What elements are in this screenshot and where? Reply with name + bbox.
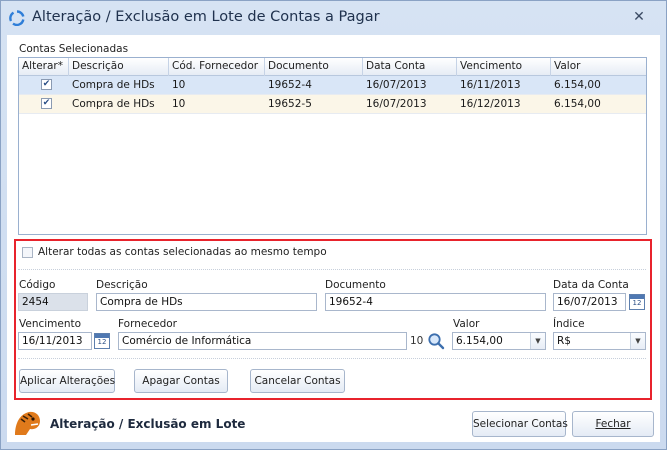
footer-title: Alteração / Exclusão em Lote: [50, 417, 246, 431]
cell-descricao: Compra de HDs: [72, 98, 155, 110]
cell-descricao: Compra de HDs: [72, 79, 155, 91]
alter-all-label: Alterar todas as contas selecionadas ao …: [38, 246, 327, 258]
cell-documento: 19652-5: [268, 98, 312, 110]
data-conta-label: Data da Conta: [553, 279, 629, 291]
column-header-cod-fornecedor[interactable]: Cód. Fornecedor: [169, 58, 265, 76]
codigo-label: Código: [19, 279, 56, 291]
cell-vencimento: 16/12/2013: [460, 98, 521, 110]
cell-cod-fornecedor: 10: [172, 79, 186, 91]
title-bar: Alteração / Exclusão em Lote de Contas a…: [1, 1, 666, 35]
cell-vencimento: 16/11/2013: [460, 79, 521, 91]
indice-select[interactable]: R$ ▼: [553, 332, 646, 350]
data-conta-input[interactable]: 16/07/2013: [553, 293, 626, 311]
fornecedor-input[interactable]: Comércio de Informática: [118, 332, 407, 350]
accounts-grid[interactable]: Alterar* Descrição Cód. Fornecedor Docum…: [18, 57, 647, 235]
alter-all-checkbox[interactable]: [22, 247, 33, 258]
column-header-descricao[interactable]: Descrição: [69, 58, 169, 76]
calendar-icon[interactable]: 12: [94, 333, 110, 349]
valor-input[interactable]: 6.154,00 ▼: [452, 332, 546, 350]
checkbox-checked-icon[interactable]: ✔: [41, 79, 52, 90]
divider: [18, 269, 646, 270]
column-header-alterar[interactable]: Alterar*: [19, 58, 69, 76]
fornecedor-label: Fornecedor: [118, 318, 177, 330]
checkbox-checked-icon[interactable]: ✔: [41, 98, 52, 109]
dropdown-arrow-icon[interactable]: ▼: [530, 333, 545, 349]
descricao-label: Descrição: [96, 279, 148, 291]
delete-accounts-button[interactable]: Apagar Contas: [134, 369, 228, 393]
dropdown-arrow-icon[interactable]: ▼: [630, 333, 645, 349]
vencimento-input[interactable]: 16/11/2013: [18, 332, 92, 350]
cell-data-conta: 16/07/2013: [366, 98, 427, 110]
cell-cod-fornecedor: 10: [172, 98, 186, 110]
apply-changes-button[interactable]: Aplicar Alterações: [19, 369, 115, 393]
cell-documento: 19652-4: [268, 79, 312, 91]
select-accounts-button[interactable]: Selecionar Contas: [472, 411, 568, 437]
descricao-input[interactable]: Compra de HDs: [96, 293, 317, 311]
indice-value: R$: [557, 335, 571, 347]
cell-data-conta: 16/07/2013: [366, 79, 427, 91]
valor-label: Valor: [453, 318, 480, 330]
close-icon[interactable]: ✕: [629, 8, 649, 26]
divider: [18, 358, 646, 359]
column-header-vencimento[interactable]: Vencimento: [457, 58, 551, 76]
close-button[interactable]: Fechar: [572, 411, 654, 437]
calendar-icon[interactable]: 12: [629, 294, 645, 310]
grid-section-label: Contas Selecionadas: [19, 43, 129, 55]
cancel-accounts-button[interactable]: Cancelar Contas: [250, 369, 345, 393]
grid-header: Alterar* Descrição Cód. Fornecedor Docum…: [19, 58, 646, 76]
documento-label: Documento: [325, 279, 386, 291]
fornecedor-code: 10: [410, 335, 424, 347]
tiger-logo-icon: [15, 411, 40, 435]
documento-input[interactable]: 19652-4: [325, 293, 546, 311]
cell-valor: 6.154,00: [554, 79, 601, 91]
cell-valor: 6.154,00: [554, 98, 601, 110]
column-header-valor[interactable]: Valor: [551, 58, 646, 76]
vencimento-label: Vencimento: [19, 318, 82, 330]
column-header-documento[interactable]: Documento: [265, 58, 363, 76]
window-title: Alteração / Exclusão em Lote de Contas a…: [32, 9, 380, 25]
column-header-data-conta[interactable]: Data Conta: [363, 58, 457, 76]
table-row[interactable]: ✔ Compra de HDs 10 19652-4 16/07/2013 16…: [19, 76, 646, 95]
table-row[interactable]: ✔ Compra de HDs 10 19652-5 16/07/2013 16…: [19, 95, 646, 114]
codigo-field: 2454: [18, 293, 88, 311]
indice-label: Índice: [553, 318, 585, 330]
search-icon[interactable]: [427, 332, 445, 350]
valor-value: 6.154,00: [456, 335, 503, 347]
app-recycle-icon: [9, 10, 25, 26]
